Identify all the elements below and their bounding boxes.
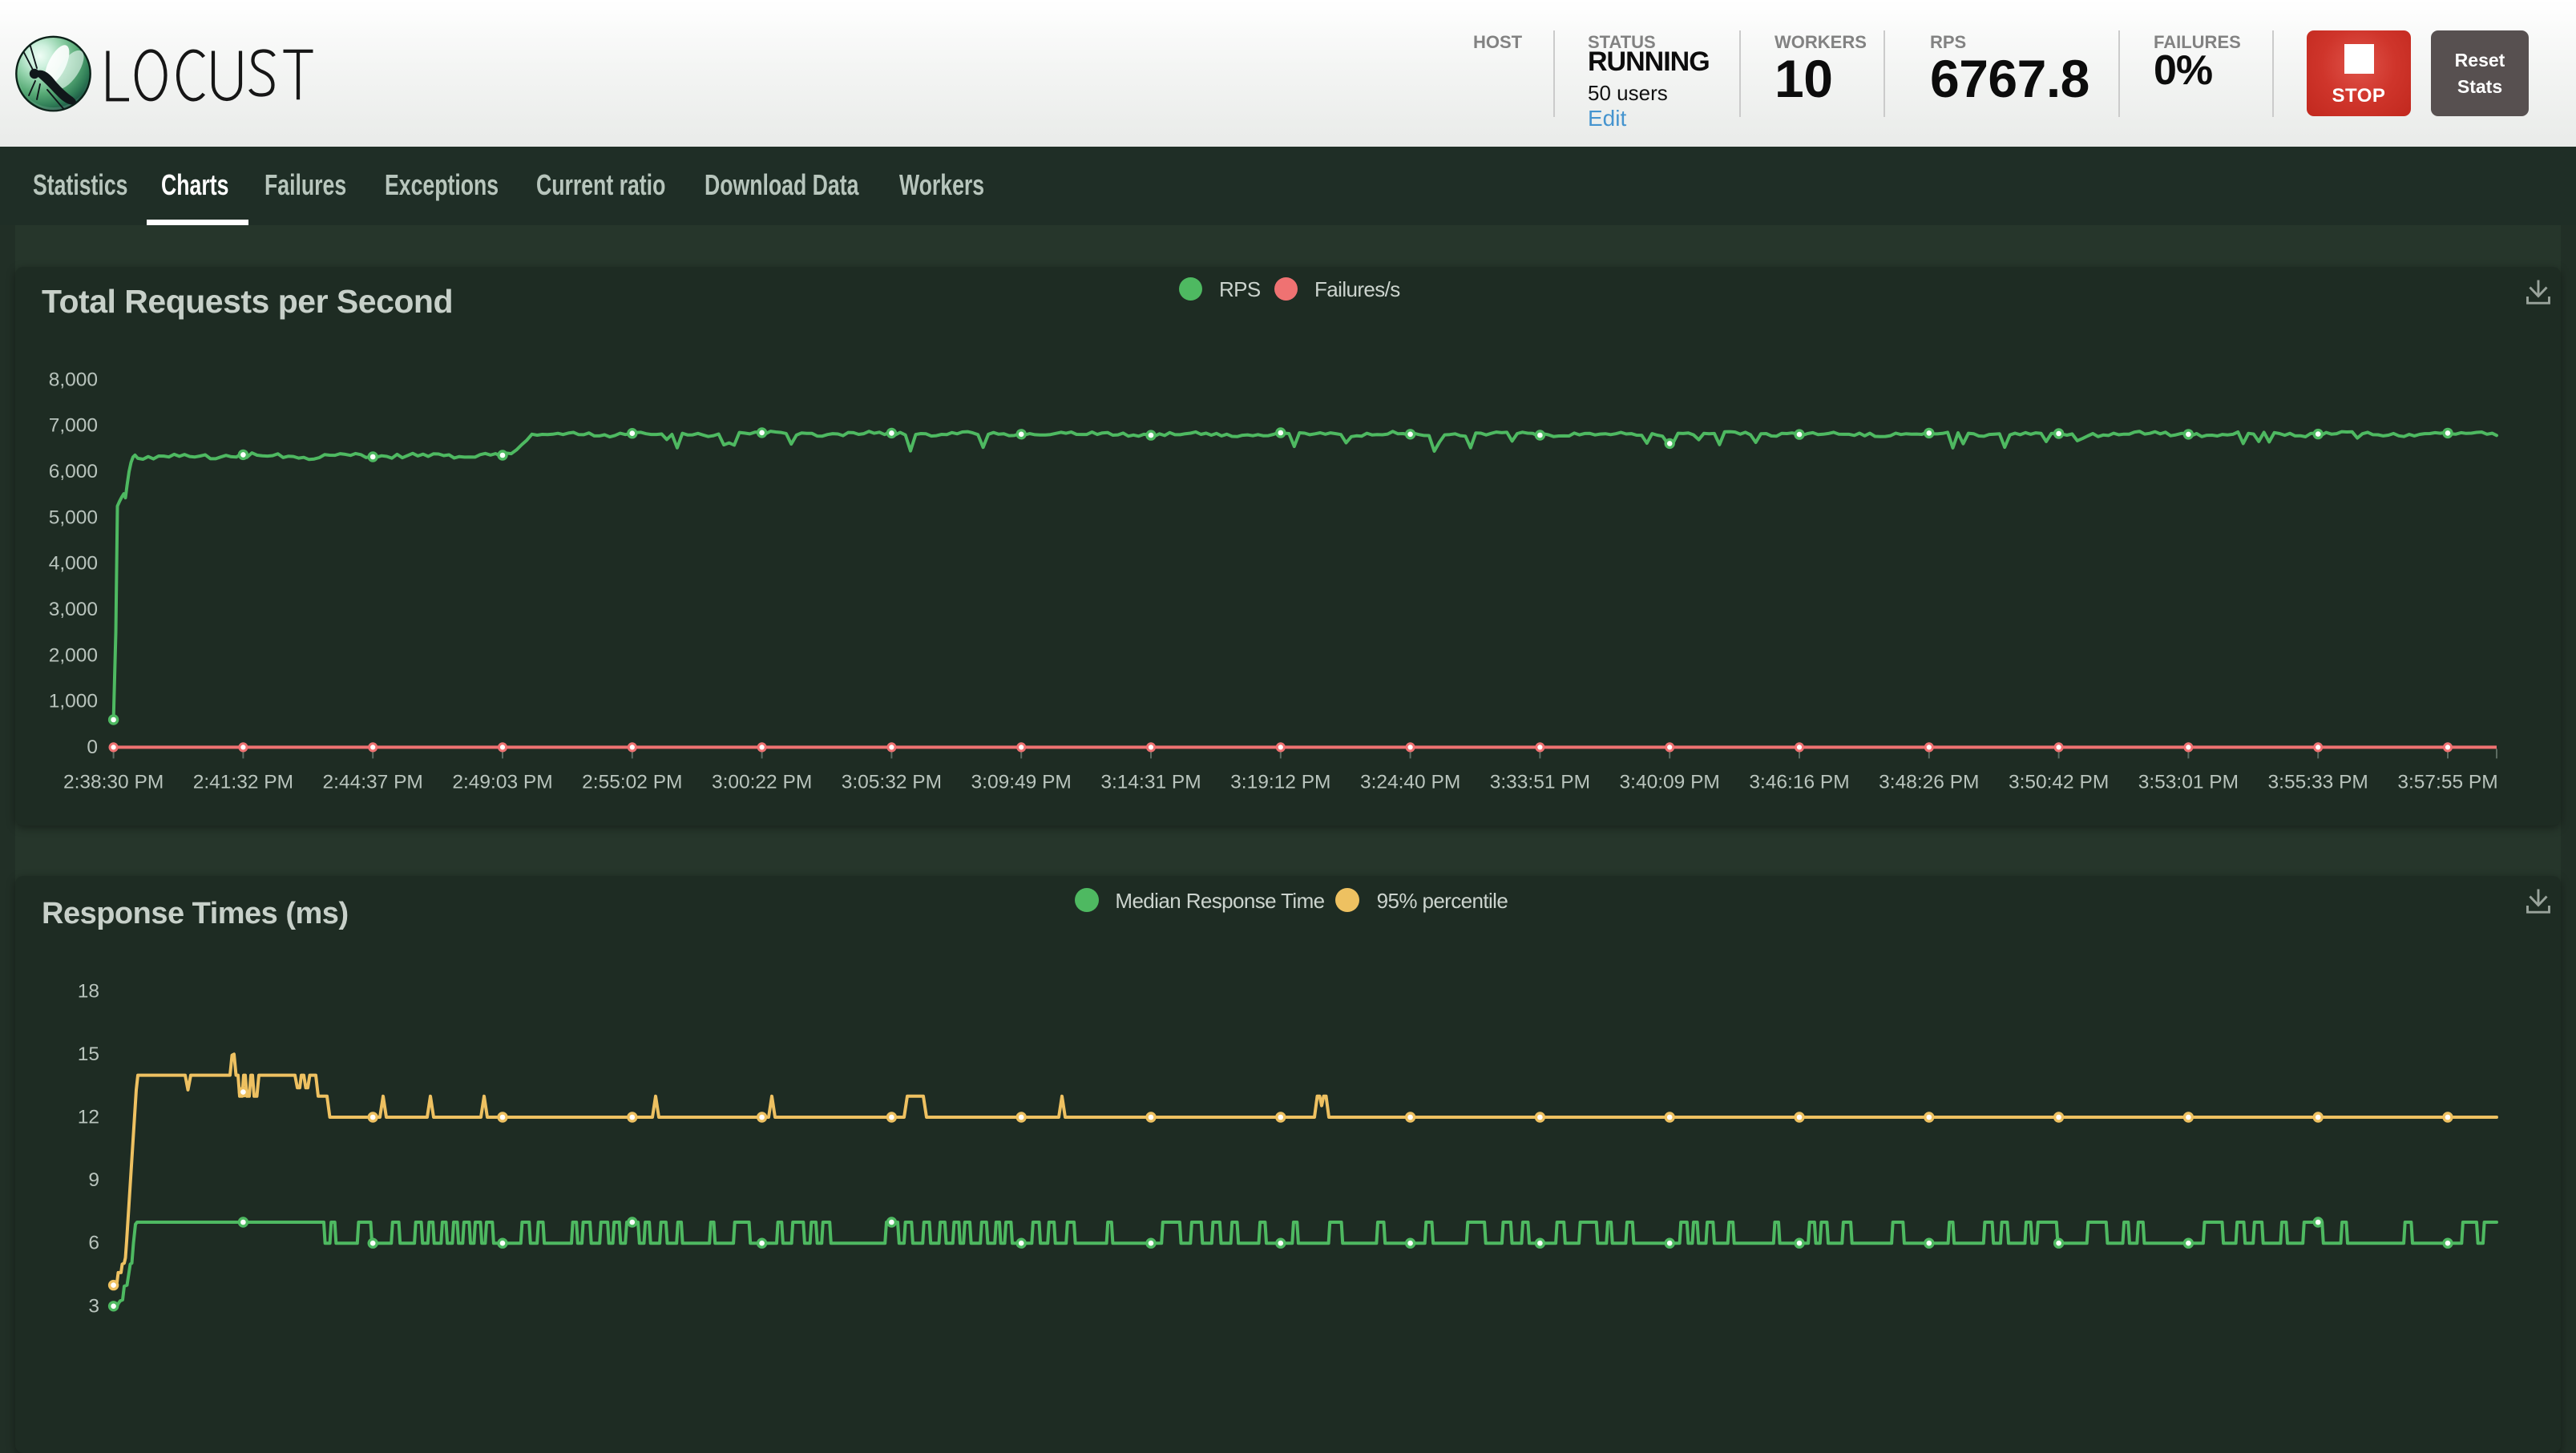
- svg-text:3:00:22 PM: 3:00:22 PM: [712, 772, 812, 793]
- svg-text:3:55:33 PM: 3:55:33 PM: [2268, 772, 2368, 793]
- svg-text:3:33:51 PM: 3:33:51 PM: [1490, 772, 1590, 793]
- svg-text:0: 0: [87, 737, 98, 758]
- svg-text:18: 18: [78, 980, 99, 1002]
- svg-text:5,000: 5,000: [49, 507, 98, 528]
- svg-text:8,000: 8,000: [49, 369, 98, 390]
- svg-text:2:49:03 PM: 2:49:03 PM: [452, 772, 552, 793]
- svg-text:3:50:42 PM: 3:50:42 PM: [2009, 772, 2109, 793]
- svg-text:3:05:32 PM: 3:05:32 PM: [842, 772, 942, 793]
- svg-text:2,000: 2,000: [49, 644, 98, 666]
- svg-text:3:40:09 PM: 3:40:09 PM: [1620, 772, 1720, 793]
- svg-text:3,000: 3,000: [49, 599, 98, 620]
- svg-text:7,000: 7,000: [49, 415, 98, 437]
- svg-text:6: 6: [88, 1233, 99, 1254]
- svg-text:3:24:40 PM: 3:24:40 PM: [1360, 772, 1460, 793]
- svg-text:15: 15: [78, 1043, 99, 1065]
- svg-text:3:09:49 PM: 3:09:49 PM: [971, 772, 1072, 793]
- svg-text:3:14:31 PM: 3:14:31 PM: [1100, 772, 1201, 793]
- svg-text:6,000: 6,000: [49, 461, 98, 482]
- svg-text:9: 9: [88, 1169, 99, 1191]
- svg-text:3:57:55 PM: 3:57:55 PM: [2397, 772, 2497, 793]
- svg-text:2:55:02 PM: 2:55:02 PM: [582, 772, 682, 793]
- svg-text:3: 3: [88, 1295, 99, 1317]
- svg-text:3:19:12 PM: 3:19:12 PM: [1230, 772, 1330, 793]
- svg-text:1,000: 1,000: [49, 691, 98, 712]
- svg-text:2:38:30 PM: 2:38:30 PM: [63, 772, 164, 793]
- svg-text:3:46:16 PM: 3:46:16 PM: [1749, 772, 1849, 793]
- svg-text:3:53:01 PM: 3:53:01 PM: [2138, 772, 2239, 793]
- svg-text:12: 12: [78, 1107, 99, 1128]
- svg-text:2:41:32 PM: 2:41:32 PM: [193, 772, 293, 793]
- svg-text:3:48:26 PM: 3:48:26 PM: [1879, 772, 1979, 793]
- svg-text:4,000: 4,000: [49, 553, 98, 575]
- svg-text:2:44:37 PM: 2:44:37 PM: [323, 772, 423, 793]
